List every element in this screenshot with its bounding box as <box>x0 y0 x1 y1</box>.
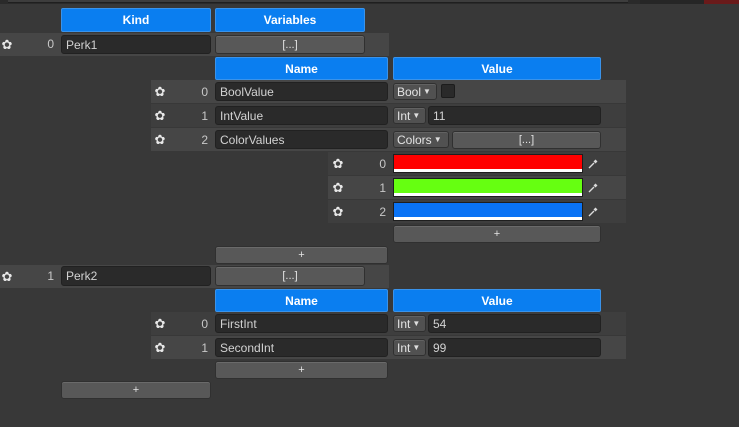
alpha-bar <box>394 169 582 172</box>
int-value-field[interactable]: 54 <box>428 314 601 333</box>
gear-icon[interactable]: ✿ <box>331 202 345 221</box>
type-dropdown[interactable]: Bool ▼ <box>393 83 437 100</box>
variable-index: 2 <box>201 133 208 147</box>
top-strip-red <box>704 0 739 4</box>
color-swatch-red[interactable] <box>393 154 583 173</box>
name-header[interactable]: Name <box>215 289 388 312</box>
add-color-button[interactable]: + <box>393 225 601 243</box>
value-header[interactable]: Value <box>393 289 601 312</box>
dropdown-arrow-icon: ▼ <box>423 87 431 96</box>
perk-index: 0 <box>47 37 54 51</box>
perk-name-field[interactable]: Perk2 <box>61 266 211 286</box>
type-dropdown-label: Colors <box>397 132 432 147</box>
variable-name-field[interactable]: ColorValues <box>215 130 388 149</box>
eyedropper-icon[interactable] <box>585 202 601 221</box>
variable-index: 0 <box>201 85 208 99</box>
gear-icon[interactable]: ✿ <box>153 106 167 125</box>
type-dropdown[interactable]: Int ▼ <box>393 107 426 124</box>
add-variable-button[interactable]: + <box>215 361 388 379</box>
eyedropper-icon[interactable] <box>585 154 601 173</box>
type-dropdown-label: Bool <box>397 84 422 99</box>
color-swatch-green[interactable] <box>393 178 583 197</box>
gear-icon[interactable]: ✿ <box>153 82 167 101</box>
color-swatch-blue[interactable] <box>393 202 583 221</box>
colors-list-button[interactable]: [...] <box>452 131 601 149</box>
gear-icon[interactable]: ✿ <box>331 178 345 197</box>
add-variable-button[interactable]: + <box>215 246 388 264</box>
variable-name-field[interactable]: FirstInt <box>215 314 388 333</box>
alpha-bar <box>394 217 582 220</box>
type-dropdown[interactable]: Int ▼ <box>393 339 426 356</box>
gear-icon[interactable]: ✿ <box>153 130 167 149</box>
dropdown-arrow-icon: ▼ <box>412 111 421 120</box>
variable-name-field[interactable]: BoolValue <box>215 82 388 101</box>
type-dropdown-label: Int <box>397 316 411 331</box>
bool-checkbox[interactable] <box>441 84 455 98</box>
gear-icon[interactable]: ✿ <box>153 338 167 357</box>
dropdown-arrow-icon: ▼ <box>412 343 421 352</box>
type-dropdown-label: Int <box>397 108 411 123</box>
value-header[interactable]: Value <box>393 57 601 80</box>
color-index: 2 <box>379 205 386 219</box>
int-value-field[interactable]: 11 <box>428 106 601 125</box>
dropdown-arrow-icon: ▼ <box>412 319 421 328</box>
type-dropdown-label: Int <box>397 340 411 355</box>
color-index: 1 <box>379 181 386 195</box>
variable-name-field[interactable]: SecondInt <box>215 338 388 357</box>
perk-name-field[interactable]: Perk1 <box>61 35 211 54</box>
int-value-field[interactable]: 99 <box>428 338 601 357</box>
kind-header[interactable]: Kind <box>61 8 211 32</box>
perk-variables-button[interactable]: [...] <box>215 266 365 286</box>
eyedropper-icon[interactable] <box>585 178 601 197</box>
gear-icon[interactable]: ✿ <box>0 35 14 55</box>
name-header[interactable]: Name <box>215 57 388 80</box>
variables-header[interactable]: Variables <box>215 8 365 32</box>
type-dropdown[interactable]: Colors ▼ <box>393 131 449 148</box>
variable-index: 1 <box>201 109 208 123</box>
dropdown-arrow-icon: ▼ <box>433 135 442 144</box>
type-dropdown[interactable]: Int ▼ <box>393 315 426 332</box>
color-index: 0 <box>379 157 386 171</box>
add-perk-button[interactable]: + <box>61 381 211 399</box>
variable-index: 0 <box>201 317 208 331</box>
variable-name-field[interactable]: IntValue <box>215 106 388 125</box>
gear-icon[interactable]: ✿ <box>153 314 167 333</box>
perk-variables-button[interactable]: [...] <box>215 35 365 54</box>
gear-icon[interactable]: ✿ <box>331 154 345 173</box>
top-strip-field <box>8 0 628 3</box>
top-strip-dark <box>640 0 704 4</box>
gear-icon[interactable]: ✿ <box>0 267 14 287</box>
variable-index: 1 <box>201 341 208 355</box>
alpha-bar <box>394 193 582 196</box>
perk-index: 1 <box>47 269 54 283</box>
